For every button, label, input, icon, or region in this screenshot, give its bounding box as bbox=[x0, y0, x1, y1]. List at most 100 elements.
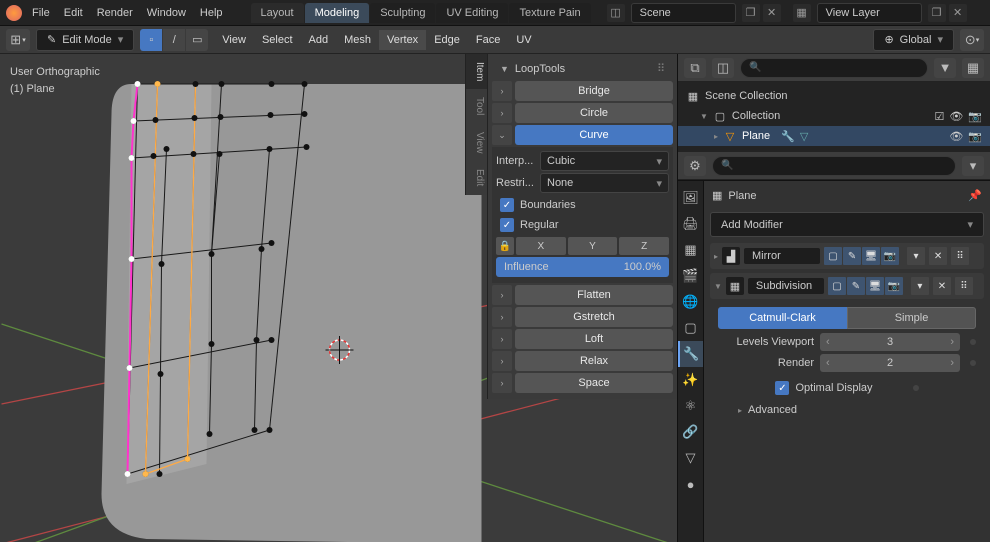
scene-selector[interactable]: Scene bbox=[631, 3, 736, 23]
physics-tab-icon[interactable]: ⚛ bbox=[678, 393, 703, 419]
blender-logo-icon[interactable] bbox=[6, 5, 22, 21]
scene-tab-icon[interactable]: 🎬 bbox=[678, 263, 703, 289]
mod-extras-icon[interactable]: ▾ bbox=[911, 277, 929, 295]
orientation-selector[interactable]: ⊕Global▾ bbox=[873, 29, 954, 51]
axis-y-toggle[interactable]: Y bbox=[568, 237, 618, 255]
looptool-gstretch[interactable]: Gstretch bbox=[515, 307, 673, 327]
axis-z-toggle[interactable]: Z bbox=[619, 237, 669, 255]
toolbar-menu-vertex[interactable]: Vertex bbox=[379, 30, 426, 50]
tool-expand-icon[interactable]: › bbox=[492, 351, 512, 371]
scene-collection-row[interactable]: ▦Scene Collection bbox=[678, 86, 990, 106]
viewlayer-tab-icon[interactable]: ▦ bbox=[678, 237, 703, 263]
collection-row[interactable]: ▼▢Collection ☑👁📷 bbox=[678, 106, 990, 126]
delete-scene-icon[interactable]: ✕ bbox=[763, 4, 781, 22]
lock-icon[interactable]: 🔒 bbox=[496, 237, 514, 255]
particle-tab-icon[interactable]: ✨ bbox=[678, 367, 703, 393]
mod-delete-icon[interactable]: ✕ bbox=[933, 277, 951, 295]
mirror-name-field[interactable]: Mirror bbox=[744, 248, 820, 264]
toolbar-menu-select[interactable]: Select bbox=[254, 30, 301, 50]
looptool-flatten[interactable]: Flatten bbox=[515, 285, 673, 305]
toolbar-menu-uv[interactable]: UV bbox=[508, 30, 539, 50]
advanced-section-header[interactable]: ▸Advanced bbox=[718, 398, 976, 422]
properties-editor-icon[interactable]: ⚙ bbox=[684, 156, 706, 176]
world-tab-icon[interactable]: 🌐 bbox=[678, 289, 703, 315]
anim-dot-icon[interactable] bbox=[913, 385, 919, 391]
sidebar-tab-item[interactable]: Item bbox=[465, 54, 487, 89]
toolbar-menu-face[interactable]: Face bbox=[468, 30, 508, 50]
looptool-circle[interactable]: Circle bbox=[515, 103, 673, 123]
modifier-expand-icon[interactable]: ▼ bbox=[714, 282, 722, 291]
mesh-tab-icon[interactable]: ▽ bbox=[678, 445, 703, 471]
scene-browse-icon[interactable]: ◫ bbox=[607, 4, 625, 22]
3d-viewport[interactable]: User Orthographic (1) Plane X Y Z Y 🔍 ✋ … bbox=[0, 54, 677, 542]
mod-oncage-icon[interactable]: ▢ bbox=[824, 247, 842, 265]
boundaries-checkbox[interactable]: ✓ bbox=[500, 198, 514, 212]
menu-help[interactable]: Help bbox=[200, 7, 223, 19]
anim-dot-icon[interactable] bbox=[970, 339, 976, 345]
render-tab-icon[interactable]: 🖼 bbox=[678, 185, 703, 211]
toolbar-menu-mesh[interactable]: Mesh bbox=[336, 30, 379, 50]
mod-extras-icon[interactable]: ▾ bbox=[907, 247, 925, 265]
delete-viewlayer-icon[interactable]: ✕ bbox=[949, 4, 967, 22]
workspace-tab[interactable]: Texture Pain bbox=[509, 3, 590, 23]
plane-object-row[interactable]: ▸▽Plane 🔧▽ 👁📷 bbox=[678, 126, 990, 146]
tool-expand-icon[interactable]: › bbox=[492, 285, 512, 305]
mod-oncage-icon[interactable]: ▢ bbox=[828, 277, 846, 295]
restrict-select[interactable]: None▾ bbox=[540, 173, 669, 193]
object-tab-icon[interactable]: ▢ bbox=[678, 315, 703, 341]
menu-window[interactable]: Window bbox=[147, 7, 186, 19]
mod-realtime-icon[interactable]: 🖥 bbox=[866, 277, 884, 295]
face-select-mode[interactable]: ▭ bbox=[186, 29, 208, 51]
menu-edit[interactable]: Edit bbox=[64, 7, 83, 19]
toolbar-menu-add[interactable]: Add bbox=[301, 30, 337, 50]
workspace-tab[interactable]: Modeling bbox=[305, 3, 370, 23]
axis-x-toggle[interactable]: X bbox=[516, 237, 566, 255]
modifier-tab-icon[interactable]: 🔧 bbox=[678, 341, 703, 367]
viewlayer-browse-icon[interactable]: ▦ bbox=[793, 4, 811, 22]
filter-icon[interactable]: ▼ bbox=[934, 58, 956, 78]
modifier-expand-icon[interactable]: ▸ bbox=[714, 252, 718, 261]
mod-drag-icon[interactable]: ⠿ bbox=[955, 277, 973, 295]
tool-expand-icon[interactable]: › bbox=[492, 373, 512, 393]
tool-expand-icon[interactable]: › bbox=[492, 103, 512, 123]
mode-selector[interactable]: ✎Edit Mode▾ bbox=[36, 29, 134, 51]
toolbar-menu-view[interactable]: View bbox=[214, 30, 254, 50]
mod-realtime-icon[interactable]: 🖥 bbox=[862, 247, 880, 265]
new-scene-icon[interactable]: ❐ bbox=[742, 4, 760, 22]
looptool-bridge[interactable]: Bridge bbox=[515, 81, 673, 101]
anim-dot-icon[interactable] bbox=[970, 360, 976, 366]
workspace-tab[interactable]: Sculpting bbox=[370, 3, 435, 23]
output-tab-icon[interactable]: 🖨 bbox=[678, 211, 703, 237]
sidebar-tab-tool[interactable]: Tool bbox=[465, 89, 487, 123]
sidebar-tab-view[interactable]: View bbox=[465, 124, 487, 162]
tool-expand-icon[interactable]: › bbox=[492, 329, 512, 349]
interpolation-select[interactable]: Cubic▾ bbox=[540, 151, 669, 171]
subdivision-name-field[interactable]: Subdivision bbox=[748, 278, 824, 294]
menu-render[interactable]: Render bbox=[97, 7, 133, 19]
display-mode-icon[interactable]: ◫ bbox=[712, 58, 734, 78]
add-modifier-dropdown[interactable]: Add Modifier▾ bbox=[710, 212, 984, 237]
workspace-tab[interactable]: Layout bbox=[251, 3, 304, 23]
properties-search[interactable] bbox=[712, 156, 956, 176]
viewlayer-selector[interactable]: View Layer bbox=[817, 3, 922, 23]
mod-editmode-icon[interactable]: ✎ bbox=[843, 247, 861, 265]
render-levels-field[interactable]: 2 bbox=[820, 354, 960, 372]
menu-file[interactable]: File bbox=[32, 7, 50, 19]
mod-delete-icon[interactable]: ✕ bbox=[929, 247, 947, 265]
catmull-clark-option[interactable]: Catmull-Clark bbox=[718, 307, 847, 329]
tool-expand-icon[interactable]: › bbox=[492, 307, 512, 327]
pin-icon[interactable]: 📌 bbox=[968, 189, 982, 202]
mod-editmode-icon[interactable]: ✎ bbox=[847, 277, 865, 295]
simple-option[interactable]: Simple bbox=[847, 307, 976, 329]
new-collection-icon[interactable]: ▦ bbox=[962, 58, 984, 78]
sidebar-tab-edit[interactable]: Edit bbox=[465, 161, 487, 194]
workspace-tab[interactable]: UV Editing bbox=[436, 3, 508, 23]
mod-render-icon[interactable]: 📷 bbox=[881, 247, 899, 265]
options-icon[interactable]: ▾ bbox=[962, 156, 984, 176]
outliner-search[interactable] bbox=[740, 58, 928, 78]
material-tab-icon[interactable]: ● bbox=[678, 471, 703, 497]
looptools-panel-header[interactable]: ▼LoopTools ⠿ bbox=[492, 58, 673, 79]
tool-expand-icon[interactable]: › bbox=[492, 81, 512, 101]
regular-checkbox[interactable]: ✓ bbox=[500, 218, 514, 232]
tool-expand-icon[interactable]: ⌄ bbox=[492, 125, 512, 145]
